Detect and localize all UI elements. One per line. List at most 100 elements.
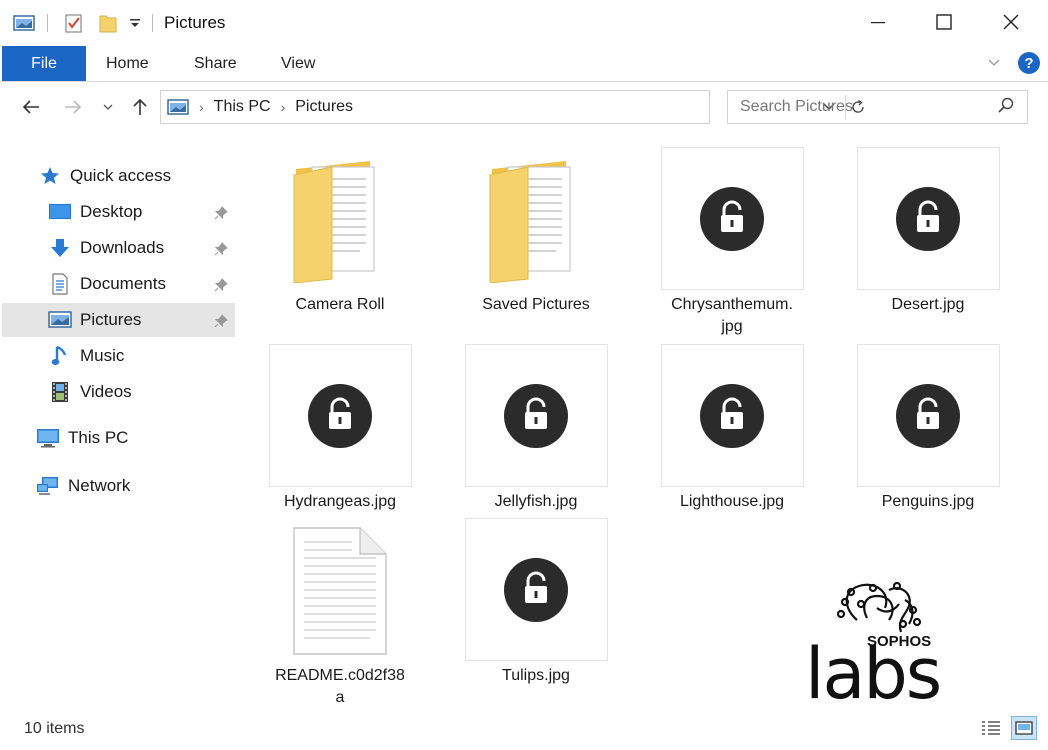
tab-file[interactable]: File	[2, 46, 86, 81]
sidebar-item-quick-access[interactable]: Quick access	[38, 159, 238, 193]
chevron-down-icon	[103, 104, 113, 110]
file-name: Saved Pictures	[482, 296, 590, 313]
file-item-locked-image[interactable]: Lighthouse.jpg	[634, 344, 830, 513]
folder-icon	[269, 147, 412, 290]
breadcrumb-separator[interactable]: ›	[199, 99, 204, 115]
file-item-text[interactable]: README.c0d2f38 a	[242, 518, 438, 709]
file-item-folder[interactable]: Camera Roll	[242, 147, 438, 316]
document-icon	[48, 272, 72, 296]
close-button[interactable]	[978, 0, 1044, 44]
sidebar-item-videos[interactable]: Videos	[48, 375, 238, 409]
sidebar-item-music[interactable]: Music	[48, 339, 238, 373]
file-name: README.c0d2f38 a	[275, 667, 405, 706]
tab-view[interactable]: View	[281, 46, 315, 81]
up-arrow-icon	[133, 98, 147, 115]
address-bar[interactable]: › This PC › Pictures	[160, 90, 864, 124]
sidebar-item-desktop[interactable]: Desktop	[48, 195, 238, 229]
properties-icon[interactable]	[62, 12, 86, 34]
file-name: Desert.jpg	[891, 296, 965, 313]
tab-home[interactable]: Home	[106, 46, 149, 81]
sidebar-item-this-pc[interactable]: This PC	[36, 421, 236, 455]
file-name: Hydrangeas.jpg	[283, 493, 397, 510]
forward-button[interactable]	[60, 94, 86, 120]
lock-icon	[308, 383, 372, 448]
desktop-icon	[48, 200, 72, 224]
sidebar-item-downloads[interactable]: Downloads	[48, 231, 238, 265]
tab-share[interactable]: Share	[194, 46, 237, 81]
sidebar-item-documents[interactable]: Documents	[48, 267, 238, 301]
breadcrumb-pictures[interactable]: Pictures	[295, 98, 353, 116]
pictures-icon	[48, 308, 72, 332]
network-icon	[36, 474, 60, 498]
sophos-labs-logo: SOPHOS labs	[805, 580, 975, 715]
sophos-brand-large: labs	[805, 633, 940, 705]
customize-toolbar-icon[interactable]	[126, 12, 144, 34]
window-icon[interactable]	[12, 12, 36, 34]
file-item-locked-image[interactable]: Hydrangeas.jpg	[242, 344, 438, 513]
sidebar-item-label: Desktop	[80, 202, 143, 221]
lock-icon	[896, 186, 960, 251]
locked-thumbnail	[464, 518, 608, 661]
minimize-button[interactable]	[845, 0, 911, 44]
recent-locations-button[interactable]	[98, 94, 118, 120]
help-button[interactable]: ?	[1018, 52, 1040, 74]
lock-icon	[504, 557, 568, 622]
details-view-button[interactable]	[978, 716, 1004, 740]
status-item-count: 10 items	[24, 720, 85, 737]
file-name: Chrysanthemum. jpg	[671, 296, 793, 335]
file-item-locked-image[interactable]: Desert.jpg	[830, 147, 1026, 316]
pin-icon[interactable]	[214, 205, 228, 225]
back-arrow-icon	[22, 100, 39, 114]
file-name: Lighthouse.jpg	[679, 493, 785, 510]
lock-icon	[700, 186, 764, 251]
computer-icon	[36, 426, 60, 450]
pin-icon[interactable]	[214, 277, 228, 297]
file-name: Penguins.jpg	[881, 493, 975, 510]
title-bar: Pictures	[0, 0, 1048, 44]
folder-icon	[465, 147, 608, 290]
ribbon-tabs: File Home Share View ?	[0, 46, 1048, 82]
sidebar-item-network[interactable]: Network	[36, 469, 236, 503]
file-item-locked-image[interactable]: Jellyfish.jpg	[438, 344, 634, 513]
lock-icon	[896, 383, 960, 448]
pin-icon[interactable]	[214, 313, 228, 333]
sidebar-item-label: Music	[80, 346, 125, 365]
file-name: Tulips.jpg	[502, 667, 570, 684]
sidebar-item-label: Quick access	[70, 166, 172, 185]
forward-arrow-icon	[65, 100, 82, 114]
back-button[interactable]	[18, 94, 44, 120]
breadcrumb-this-pc[interactable]: This PC	[214, 98, 271, 116]
file-name: Camera Roll	[295, 296, 385, 313]
expand-ribbon-icon[interactable]	[986, 54, 1006, 74]
locked-thumbnail	[856, 147, 1000, 290]
file-item-locked-image[interactable]: Penguins.jpg	[830, 344, 1026, 513]
sidebar-item-pictures[interactable]: Pictures	[2, 303, 235, 337]
file-item-locked-image[interactable]: Tulips.jpg	[438, 518, 634, 687]
file-item-locked-image[interactable]: Chrysanthemum. jpg	[634, 147, 830, 338]
file-name: Jellyfish.jpg	[494, 493, 578, 510]
search-input[interactable]: Search Pictures	[740, 98, 997, 116]
locked-thumbnail	[660, 147, 804, 290]
navigation-pane: Quick access Desktop Downloads Documents…	[0, 150, 240, 530]
new-folder-icon[interactable]	[96, 12, 120, 34]
sidebar-item-label: This PC	[68, 428, 129, 447]
breadcrumb-separator[interactable]: ›	[281, 99, 286, 115]
pictures-location-icon	[167, 98, 189, 116]
large-icons-view-button[interactable]	[1011, 716, 1037, 740]
lock-icon	[504, 383, 568, 448]
maximize-button[interactable]	[911, 0, 977, 44]
file-item-folder[interactable]: Saved Pictures	[438, 147, 634, 316]
pin-icon[interactable]	[214, 241, 228, 261]
star-icon	[38, 164, 62, 188]
up-button[interactable]	[127, 94, 153, 120]
locked-thumbnail	[660, 344, 804, 487]
download-arrow-icon	[48, 236, 72, 260]
window-title: Pictures	[164, 13, 226, 32]
locked-thumbnail	[856, 344, 1000, 487]
large-icons-view-icon	[1015, 721, 1033, 735]
locked-thumbnail	[464, 344, 608, 487]
search-box[interactable]: Search Pictures	[727, 90, 1028, 124]
locked-thumbnail	[268, 344, 412, 487]
close-icon	[1003, 14, 1019, 30]
search-icon	[997, 96, 1015, 119]
